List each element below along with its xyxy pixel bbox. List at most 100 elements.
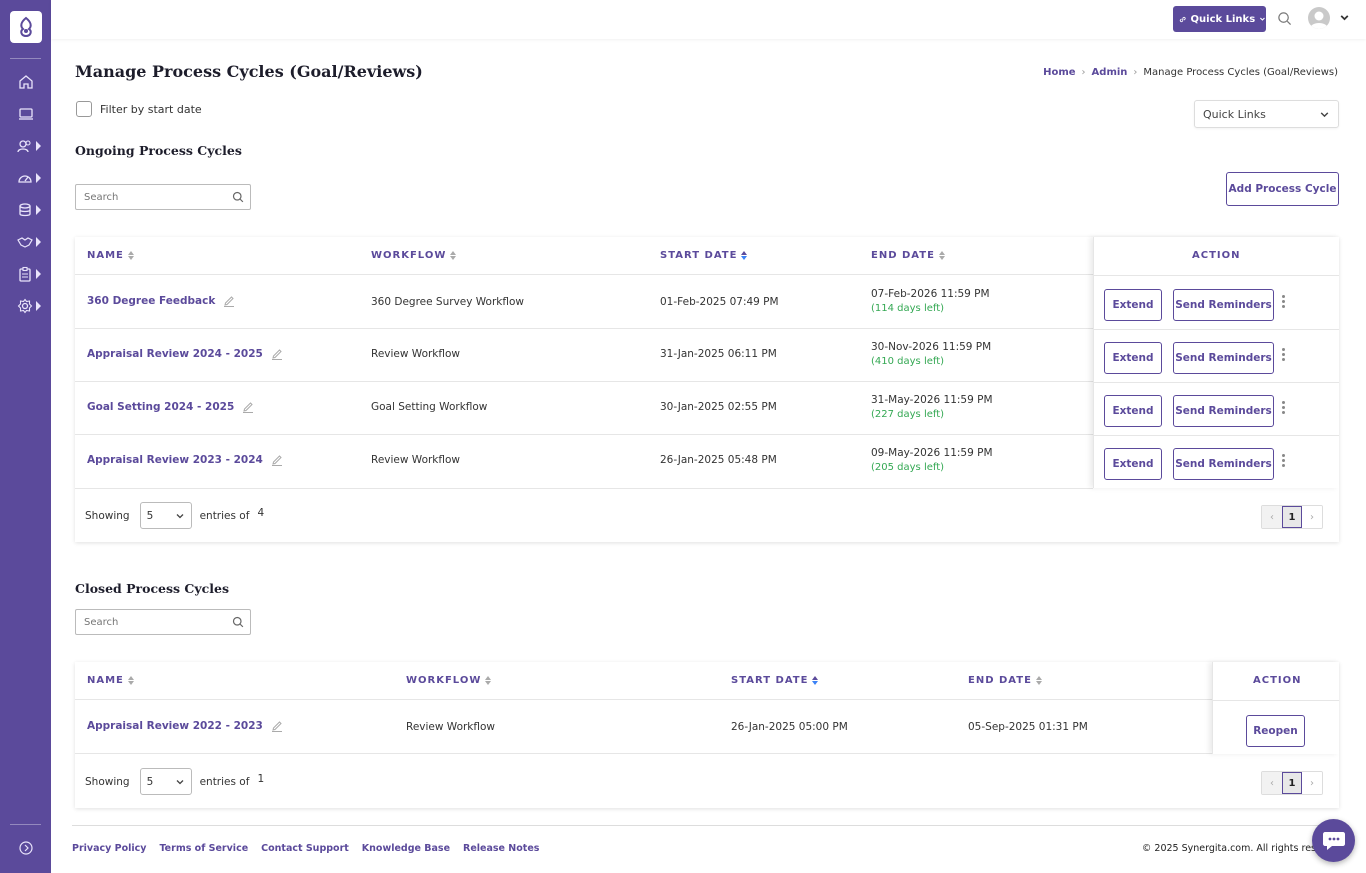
col-workflow[interactable]: WORKFLOW — [371, 250, 457, 261]
privacy-policy-link[interactable]: Privacy Policy — [72, 843, 146, 854]
sidebar-item-performance[interactable] — [0, 168, 51, 188]
search-icon[interactable] — [232, 616, 244, 628]
user-icon — [1310, 11, 1328, 29]
app-logo[interactable] — [10, 11, 42, 43]
col-start-date[interactable]: START DATE — [660, 250, 748, 261]
send-reminders-button[interactable]: Send Reminders — [1173, 289, 1274, 321]
ongoing-search-input[interactable] — [84, 191, 224, 203]
quick-links-select[interactable]: Quick Links — [1194, 100, 1339, 128]
edit-icon[interactable] — [242, 401, 254, 413]
extend-button[interactable]: Extend — [1104, 448, 1162, 480]
caret-right-icon — [36, 269, 41, 279]
extend-button[interactable]: Extend — [1104, 395, 1162, 427]
next-page-button[interactable]: › — [1302, 772, 1322, 794]
avatar[interactable] — [1308, 7, 1330, 29]
release-notes-link[interactable]: Release Notes — [463, 843, 539, 854]
send-reminders-button[interactable]: Send Reminders — [1173, 342, 1274, 374]
page-size-value: 5 — [146, 509, 154, 522]
col-end-date[interactable]: END DATE — [968, 675, 1042, 686]
terms-of-service-link[interactable]: Terms of Service — [159, 843, 248, 854]
row-end-date: 30-Nov-2026 11:59 PM (410 days left) — [871, 341, 991, 367]
breadcrumb-separator: › — [1133, 67, 1138, 78]
footer-divider — [72, 825, 1338, 826]
cycle-name-link[interactable]: Appraisal Review 2024 - 2025 — [87, 348, 263, 360]
col-end-date[interactable]: END DATE — [871, 250, 945, 261]
sidebar-item-people[interactable] — [0, 136, 51, 156]
next-page-button[interactable]: › — [1302, 506, 1322, 528]
ongoing-action-column: ACTION Extend Send Reminders Extend Send… — [1093, 237, 1339, 488]
row-start-date: 26-Jan-2025 05:48 PM — [660, 454, 777, 466]
end-date-value: 31-May-2026 11:59 PM — [871, 394, 993, 406]
sidebar-item-dashboard[interactable] — [0, 104, 51, 124]
chevron-down-icon[interactable] — [1339, 12, 1350, 23]
breadcrumb-home[interactable]: Home — [1043, 67, 1075, 78]
reopen-button[interactable]: Reopen — [1246, 715, 1305, 747]
sort-icon — [127, 251, 134, 260]
edit-icon[interactable] — [271, 348, 283, 360]
sidebar-expand-button[interactable] — [0, 838, 51, 858]
add-process-cycle-button[interactable]: Add Process Cycle — [1226, 172, 1339, 206]
extend-button[interactable]: Extend — [1104, 342, 1162, 374]
row-workflow: 360 Degree Survey Workflow — [371, 296, 525, 308]
extend-button[interactable]: Extend — [1104, 289, 1162, 321]
filter-start-date-label[interactable]: Filter by start date — [100, 103, 202, 116]
cycle-name-link[interactable]: 360 Degree Feedback — [87, 295, 215, 307]
breadcrumb-admin[interactable]: Admin — [1092, 67, 1128, 78]
row-start-date: 26-Jan-2025 05:00 PM — [731, 721, 848, 733]
total-count: 4 — [257, 506, 265, 519]
contact-support-link[interactable]: Contact Support — [261, 843, 349, 854]
col-name[interactable]: NAME — [87, 250, 134, 261]
knowledge-base-link[interactable]: Knowledge Base — [362, 843, 450, 854]
search-icon[interactable] — [232, 191, 244, 203]
col-start-date[interactable]: START DATE — [731, 675, 819, 686]
edit-icon[interactable] — [271, 720, 283, 732]
prev-page-button[interactable]: ‹ — [1262, 506, 1282, 528]
chevron-down-icon — [1260, 17, 1266, 21]
cycle-name-link[interactable]: Appraisal Review 2022 - 2023 — [87, 720, 263, 732]
sidebar-item-tasks[interactable] — [0, 264, 51, 284]
send-reminders-button[interactable]: Send Reminders — [1173, 395, 1274, 427]
end-date-value: 30-Nov-2026 11:59 PM — [871, 341, 992, 353]
closed-search-input[interactable] — [84, 616, 224, 628]
footer-links: Privacy Policy Terms of Service Contact … — [72, 843, 539, 854]
entries-of-label: entries of — [199, 775, 250, 788]
page-size-select[interactable]: 5 — [139, 768, 192, 795]
edit-icon[interactable] — [223, 295, 235, 307]
sort-icon — [127, 676, 134, 685]
search-icon[interactable] — [1277, 11, 1292, 26]
closed-search — [75, 609, 251, 635]
page-button-1[interactable]: 1 — [1282, 506, 1302, 528]
row-workflow: Review Workflow — [371, 454, 461, 466]
row-workflow: Review Workflow — [406, 721, 496, 733]
more-options-icon[interactable] — [1282, 401, 1286, 414]
sidebar-item-engagement[interactable] — [0, 232, 51, 252]
col-workflow[interactable]: WORKFLOW — [406, 675, 492, 686]
page-size-select[interactable]: 5 — [139, 502, 192, 529]
quick-links-button[interactable]: Quick Links — [1173, 6, 1266, 32]
more-options-icon[interactable] — [1282, 348, 1286, 361]
table-divider — [1094, 435, 1339, 436]
cycle-name-link[interactable]: Appraisal Review 2023 - 2024 — [87, 454, 263, 466]
quick-links-label: Quick Links — [1190, 13, 1256, 25]
filter-start-date-checkbox[interactable] — [76, 101, 92, 117]
page-button-1[interactable]: 1 — [1282, 772, 1302, 794]
caret-right-icon — [36, 301, 41, 311]
table-divider — [1094, 329, 1339, 330]
more-options-icon[interactable] — [1282, 454, 1286, 467]
sidebar-item-data[interactable] — [0, 200, 51, 220]
sidebar-item-settings[interactable] — [0, 296, 51, 316]
sidebar-item-home[interactable] — [0, 72, 51, 92]
col-name[interactable]: NAME — [87, 675, 134, 686]
more-options-icon[interactable] — [1282, 295, 1286, 308]
days-left: (205 days left) — [871, 462, 945, 473]
edit-icon[interactable] — [271, 454, 283, 466]
row-name: Appraisal Review 2023 - 2024 — [87, 454, 283, 466]
col-name-label: NAME — [87, 675, 124, 686]
send-reminders-button[interactable]: Send Reminders — [1173, 448, 1274, 480]
total-count: 1 — [257, 772, 265, 785]
cycle-name-link[interactable]: Goal Setting 2024 - 2025 — [87, 401, 234, 413]
clipboard-icon — [19, 266, 31, 282]
prev-page-button[interactable]: ‹ — [1262, 772, 1282, 794]
chat-button[interactable] — [1312, 819, 1355, 862]
table-divider — [1094, 275, 1339, 276]
